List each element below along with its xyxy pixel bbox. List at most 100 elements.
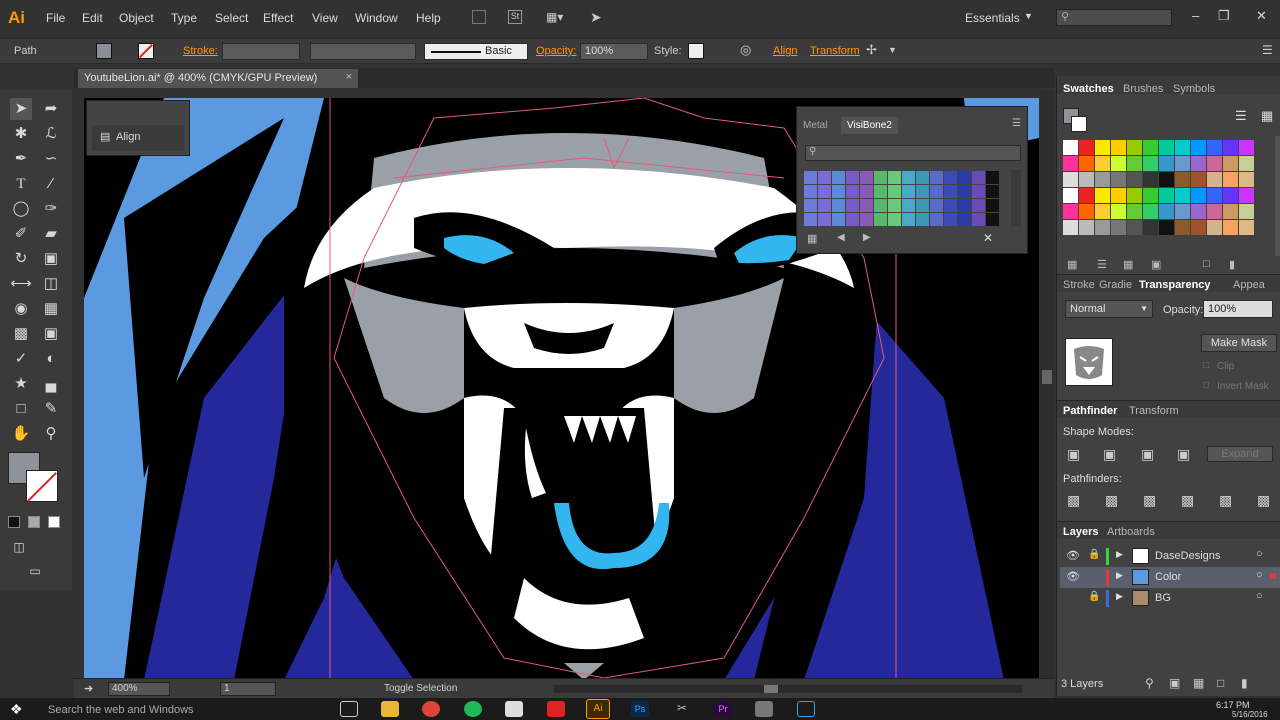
vertical-scrollbar[interactable] bbox=[1040, 90, 1054, 678]
slice-tool-icon[interactable]: ✎ bbox=[40, 398, 62, 420]
stroke-label[interactable]: Stroke: bbox=[183, 45, 218, 57]
new-swatch-icon[interactable]: □ bbox=[1203, 258, 1210, 270]
tab-swatches[interactable]: Swatches bbox=[1063, 83, 1114, 95]
file-explorer-icon[interactable] bbox=[381, 701, 399, 717]
close-panel-icon[interactable]: ✕ bbox=[983, 231, 993, 245]
opacity-field[interactable]: 100% bbox=[580, 43, 648, 60]
rotate-tool-icon[interactable]: ↻ bbox=[10, 248, 32, 270]
list-view-icon[interactable]: ☰ bbox=[1235, 108, 1247, 124]
swatch-chip[interactable] bbox=[958, 185, 971, 198]
expand-button[interactable]: Expand bbox=[1207, 446, 1273, 462]
make-clipping-mask-icon[interactable]: ▣ bbox=[1169, 676, 1180, 690]
store-icon[interactable] bbox=[505, 701, 523, 717]
layer-row[interactable]: 🔒 ▶ BG ○ bbox=[1060, 588, 1280, 609]
windows-start-icon[interactable]: ❖ bbox=[10, 701, 23, 718]
app-red-icon[interactable] bbox=[547, 701, 565, 717]
new-sublayer-icon[interactable]: ▦ bbox=[1193, 676, 1204, 690]
intersect-icon[interactable]: ▣ bbox=[1141, 446, 1154, 463]
swatch-chip[interactable] bbox=[1175, 220, 1190, 235]
swatch-chip[interactable] bbox=[1095, 204, 1110, 219]
swatch-chip[interactable] bbox=[1239, 188, 1254, 203]
swatch-chip[interactable] bbox=[846, 185, 859, 198]
swatch-chip[interactable] bbox=[1223, 172, 1238, 187]
make-mask-button[interactable]: Make Mask bbox=[1201, 334, 1277, 352]
menu-object[interactable]: Object bbox=[119, 11, 154, 25]
swatch-chip[interactable] bbox=[846, 171, 859, 184]
swatch-chip[interactable] bbox=[888, 199, 901, 212]
menu-effect[interactable]: Effect bbox=[263, 11, 293, 25]
chrome-icon[interactable] bbox=[422, 701, 440, 717]
tab-brushes[interactable]: Brushes bbox=[1123, 83, 1163, 95]
swatch-chip[interactable] bbox=[1079, 172, 1094, 187]
target-icon[interactable]: ○ bbox=[1256, 590, 1263, 602]
tab-artboards[interactable]: Artboards bbox=[1107, 526, 1155, 538]
swatch-chip[interactable] bbox=[1111, 172, 1126, 187]
swatch-chip[interactable] bbox=[874, 199, 887, 212]
swatch-chip[interactable] bbox=[860, 213, 873, 226]
expand-triangle-icon[interactable]: ▶ bbox=[1116, 570, 1123, 581]
swatch-chip[interactable] bbox=[1207, 156, 1222, 171]
layer-row[interactable]: 👁 ▶ Color ○ bbox=[1060, 567, 1280, 588]
swatch-chip[interactable] bbox=[1143, 156, 1158, 171]
layer-name[interactable]: BG bbox=[1155, 592, 1171, 604]
menu-type[interactable]: Type bbox=[171, 11, 197, 25]
swatch-chip[interactable] bbox=[1079, 156, 1094, 171]
chevron-down-icon[interactable]: ▼ bbox=[1024, 11, 1033, 21]
swatch-chip[interactable] bbox=[1191, 156, 1206, 171]
swatch-chip[interactable] bbox=[1063, 140, 1078, 155]
close-document-icon[interactable]: × bbox=[346, 71, 352, 83]
menu-file[interactable]: File bbox=[46, 11, 65, 25]
swatch-chip[interactable] bbox=[860, 185, 873, 198]
transparency-opacity-field[interactable]: 100% bbox=[1203, 300, 1273, 318]
tab-appearance[interactable]: Appea bbox=[1233, 279, 1265, 291]
locate-object-icon[interactable]: ⚲ bbox=[1145, 676, 1154, 690]
recolor-artwork-icon[interactable]: ◎ bbox=[740, 42, 751, 58]
fill-swatch[interactable] bbox=[96, 43, 112, 59]
align-panel-tab[interactable]: ▤ Align bbox=[92, 125, 184, 151]
swatch-chip[interactable] bbox=[1079, 204, 1094, 219]
invert-mask-checkbox[interactable]: □ bbox=[1203, 380, 1209, 391]
previous-library-icon[interactable]: ◀ bbox=[837, 232, 845, 243]
swatch-chip[interactable] bbox=[986, 171, 999, 184]
new-color-group-icon[interactable]: ▣ bbox=[1151, 258, 1161, 271]
opacity-label[interactable]: Opacity: bbox=[536, 45, 576, 57]
swatch-chip[interactable] bbox=[1239, 204, 1254, 219]
tab-gradient[interactable]: Gradie bbox=[1099, 279, 1132, 291]
perspective-grid-tool-icon[interactable]: ▦ bbox=[40, 298, 62, 320]
photoshop-icon[interactable]: Ps bbox=[631, 701, 649, 717]
swatch-chip[interactable] bbox=[846, 213, 859, 226]
swatch-chip[interactable] bbox=[1063, 156, 1078, 171]
restore-icon[interactable]: ❐ bbox=[1218, 8, 1230, 24]
tab-transform[interactable]: Transform bbox=[1129, 405, 1179, 417]
swatch-chip[interactable] bbox=[930, 185, 943, 198]
swatch-chip[interactable] bbox=[958, 213, 971, 226]
swatch-chip[interactable] bbox=[1191, 188, 1206, 203]
variable-width-profile[interactable] bbox=[310, 43, 416, 60]
monitor-app-icon[interactable] bbox=[797, 701, 815, 717]
pen-tool-icon[interactable]: ✒ bbox=[10, 148, 32, 170]
swatches-grid[interactable] bbox=[1063, 140, 1259, 235]
next-library-icon[interactable]: ▶ bbox=[863, 232, 871, 243]
eyedropper-tool-icon[interactable]: ✓ bbox=[10, 348, 32, 370]
panel-options-icon[interactable]: ☰ bbox=[1262, 43, 1273, 57]
lock-icon[interactable]: 🔒 bbox=[1088, 591, 1100, 602]
swatch-chip[interactable] bbox=[1159, 204, 1174, 219]
swatch-chip[interactable] bbox=[1111, 220, 1126, 235]
swatch-chip[interactable] bbox=[902, 199, 915, 212]
curvature-tool-icon[interactable]: ∽ bbox=[40, 148, 62, 170]
swatch-chip[interactable] bbox=[1063, 172, 1078, 187]
swatch-chip[interactable] bbox=[930, 213, 943, 226]
swatch-chip[interactable] bbox=[1111, 156, 1126, 171]
tab-stroke[interactable]: Stroke bbox=[1063, 279, 1095, 291]
merge-icon[interactable]: ▩ bbox=[1143, 492, 1156, 509]
artboard-number-field[interactable]: 1 bbox=[220, 682, 276, 696]
stroke-weight-field[interactable] bbox=[222, 43, 300, 60]
shaper-tool-icon[interactable]: ✐ bbox=[10, 223, 32, 245]
swatch-chip[interactable] bbox=[804, 213, 817, 226]
free-transform-tool-icon[interactable]: ◫ bbox=[40, 273, 62, 295]
bridge-icon[interactable] bbox=[472, 10, 486, 24]
swatch-chip[interactable] bbox=[1175, 204, 1190, 219]
swatch-chip[interactable] bbox=[1175, 140, 1190, 155]
delete-layer-icon[interactable]: ▮ bbox=[1241, 676, 1248, 690]
swatch-libraries-menu-icon[interactable]: ▦ bbox=[807, 232, 817, 245]
